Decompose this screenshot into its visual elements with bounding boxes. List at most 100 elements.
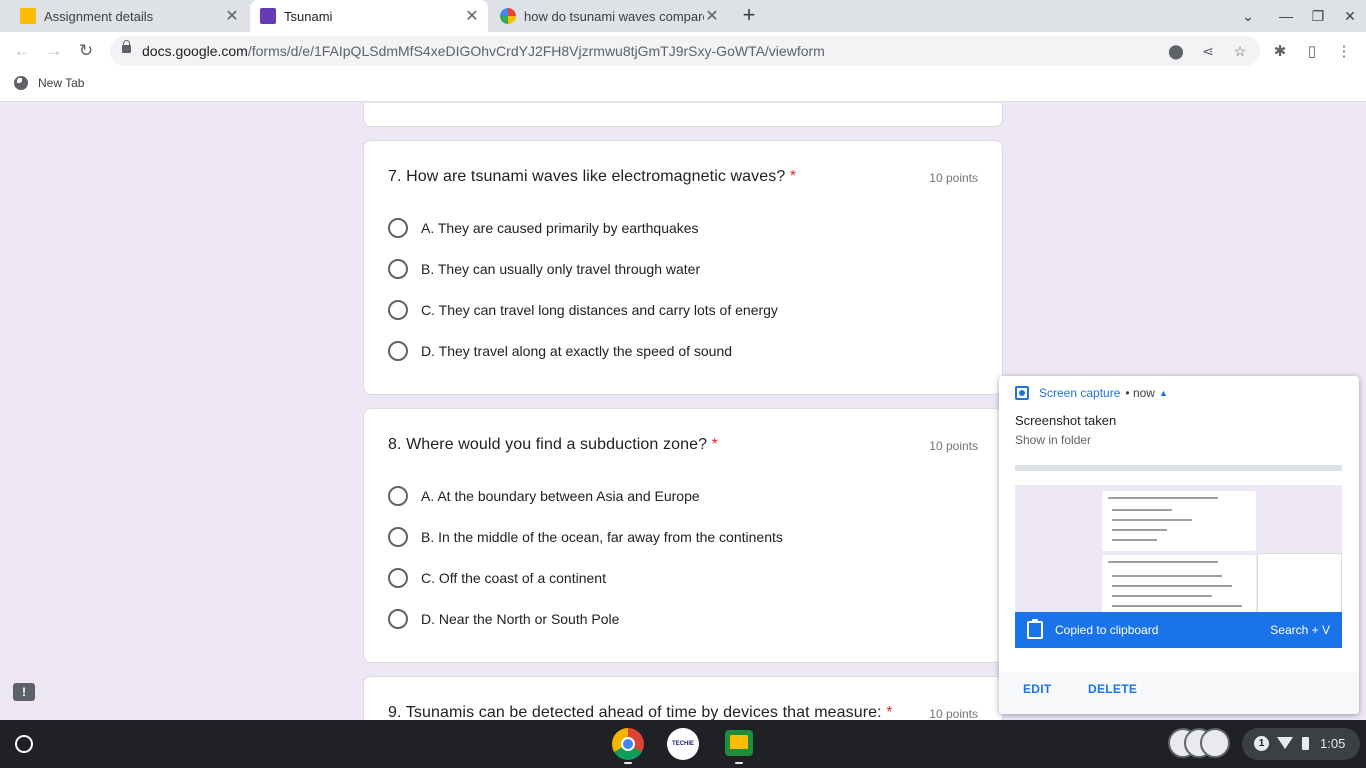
radio-button[interactable] <box>388 218 408 238</box>
chrome-running-indicator <box>624 762 632 764</box>
question-card-previous <box>363 103 1003 127</box>
option-label: B. They can usually only travel through … <box>421 261 701 277</box>
lock-icon <box>122 40 131 53</box>
option-a[interactable]: A. They are caused primarily by earthqua… <box>388 218 699 238</box>
tab-tsunami[interactable]: Tsunami ✕ <box>250 0 488 32</box>
extensions-icon[interactable]: ✱ <box>1270 42 1290 62</box>
thumb-line <box>1112 519 1192 521</box>
option-label: C. They can travel long distances and ca… <box>421 302 778 318</box>
thumb-notification <box>1257 553 1342 612</box>
notification-app-name: Screen capture <box>1039 386 1121 400</box>
bookmarks-bar: New Tab <box>0 70 1366 102</box>
google-icon <box>500 8 516 24</box>
report-problem-icon[interactable]: ! <box>13 683 35 701</box>
radio-button[interactable] <box>388 609 408 629</box>
url-text: docs.google.com/forms/d/e/1FAIpQLSdmMfS4… <box>142 43 825 59</box>
techie-icon[interactable]: TECHIE <box>667 728 699 760</box>
tab-assignment-details[interactable]: Assignment details ✕ <box>0 0 248 32</box>
required-asterisk: * <box>711 436 718 453</box>
radio-button[interactable] <box>388 568 408 588</box>
question-card-7: 7. How are tsunami waves like electromag… <box>363 140 1003 395</box>
back-button[interactable]: ← <box>8 38 36 64</box>
question-card-9: 9. Tsunamis can be detected ahead of tim… <box>363 676 1003 720</box>
clipboard-shortcut: Search + V <box>1270 623 1330 637</box>
thumb-line <box>1112 529 1167 531</box>
tab-search-icon[interactable]: ⌄ <box>1236 4 1260 28</box>
question-title: 8. Where would you find a subduction zon… <box>388 436 718 454</box>
close-window-button[interactable]: ✕ <box>1338 4 1362 28</box>
option-d[interactable]: D. Near the North or South Pole <box>388 609 619 629</box>
option-b[interactable]: B. They can usually only travel through … <box>388 259 700 279</box>
radio-button[interactable] <box>388 486 408 506</box>
question-text: 9. Tsunamis can be detected ahead of tim… <box>388 704 882 720</box>
url-domain: docs.google.com <box>142 43 248 59</box>
clipboard-icon <box>1027 619 1043 639</box>
option-d[interactable]: D. They travel along at exactly the spee… <box>388 341 732 361</box>
close-tab-icon[interactable]: ✕ <box>224 6 240 26</box>
question-title: 7. How are tsunami waves like electromag… <box>388 168 796 186</box>
question-text: 8. Where would you find a subduction zon… <box>388 436 708 453</box>
forward-button[interactable]: → <box>40 38 68 64</box>
chrome-icon[interactable] <box>612 728 644 760</box>
thumb-line <box>1112 575 1222 577</box>
screenshot-thumbnail[interactable] <box>1015 465 1342 612</box>
location-icon[interactable]: ⬤ <box>1167 42 1185 60</box>
option-c[interactable]: C. Off the coast of a continent <box>388 568 606 588</box>
bookmark-star-icon[interactable]: ☆ <box>1231 42 1249 60</box>
thumb-toolbar <box>1015 471 1342 485</box>
bookmark-label: New Tab <box>38 76 85 90</box>
globe-icon <box>14 76 28 90</box>
option-label: B. In the middle of the ocean, far away … <box>421 529 783 545</box>
tab-google-search[interactable]: how do tsunami waves compare ✕ <box>488 0 728 32</box>
required-asterisk: * <box>789 168 797 185</box>
close-tab-icon[interactable]: ✕ <box>704 6 720 26</box>
notification-actions: EDIT DELETE <box>999 672 1359 714</box>
tab-title: Tsunami <box>284 8 333 24</box>
holding-space[interactable] <box>1168 728 1232 760</box>
url-path: /forms/d/e/1FAIpQLSdmMfS4xeDIGOhvCrdYJ2F… <box>247 43 825 59</box>
delete-button[interactable]: DELETE <box>1088 682 1137 696</box>
battery-icon <box>1302 737 1309 750</box>
edit-button[interactable]: EDIT <box>1023 682 1052 696</box>
minimize-button[interactable]: — <box>1274 4 1298 28</box>
menu-icon[interactable]: ⋮ <box>1334 42 1354 62</box>
option-a[interactable]: A. At the boundary between Asia and Euro… <box>388 486 700 506</box>
thumb-card <box>1102 491 1256 551</box>
address-bar[interactable]: docs.google.com/forms/d/e/1FAIpQLSdmMfS4… <box>110 36 1260 66</box>
notification-count-badge: 1 <box>1254 736 1269 751</box>
new-tab-button[interactable]: + <box>738 4 760 28</box>
option-c[interactable]: C. They can travel long distances and ca… <box>388 300 778 320</box>
question-title: 9. Tsunamis can be detected ahead of tim… <box>388 704 893 720</box>
option-label: C. Off the coast of a continent <box>421 570 606 586</box>
status-tray[interactable]: 1 1:05 <box>1242 728 1360 760</box>
copied-to-clipboard-bar: Copied to clipboard Search + V <box>1015 612 1342 648</box>
tab-title: Assignment details <box>44 8 154 24</box>
reload-button[interactable]: ↻ <box>72 38 100 64</box>
tab-strip: Assignment details ✕ Tsunami ✕ how do ts… <box>0 0 1366 32</box>
browser-toolbar: ← → ↻ docs.google.com/forms/d/e/1FAIpQLS… <box>0 32 1366 70</box>
holding-space-thumbnail <box>1200 728 1230 758</box>
restore-button[interactable]: ❐ <box>1306 4 1330 28</box>
thumb-line <box>1112 605 1242 607</box>
option-label: A. At the boundary between Asia and Euro… <box>421 488 700 504</box>
show-in-folder-link[interactable]: Show in folder <box>1015 433 1091 447</box>
screen-capture-notification[interactable]: Screen capture • now ▲ Screenshot taken … <box>999 376 1359 714</box>
clock: 1:05 <box>1320 736 1346 751</box>
notification-title: Screenshot taken <box>1015 413 1117 428</box>
radio-button[interactable] <box>388 259 408 279</box>
thumb-line <box>1108 497 1218 499</box>
radio-button[interactable] <box>388 300 408 320</box>
share-icon[interactable]: ⋖ <box>1199 42 1217 60</box>
classroom-icon <box>20 8 36 24</box>
collapse-caret-icon[interactable]: ▲ <box>1159 388 1168 398</box>
radio-button[interactable] <box>388 527 408 547</box>
question-points: 10 points <box>929 707 978 720</box>
side-panel-icon[interactable]: ▯ <box>1302 42 1322 62</box>
classroom-icon[interactable] <box>725 730 753 756</box>
close-tab-icon[interactable]: ✕ <box>464 6 480 26</box>
question-card-8: 8. Where would you find a subduction zon… <box>363 408 1003 663</box>
bookmark-new-tab[interactable]: New Tab <box>14 76 84 90</box>
launcher-icon[interactable] <box>15 735 33 753</box>
option-b[interactable]: B. In the middle of the ocean, far away … <box>388 527 783 547</box>
radio-button[interactable] <box>388 341 408 361</box>
